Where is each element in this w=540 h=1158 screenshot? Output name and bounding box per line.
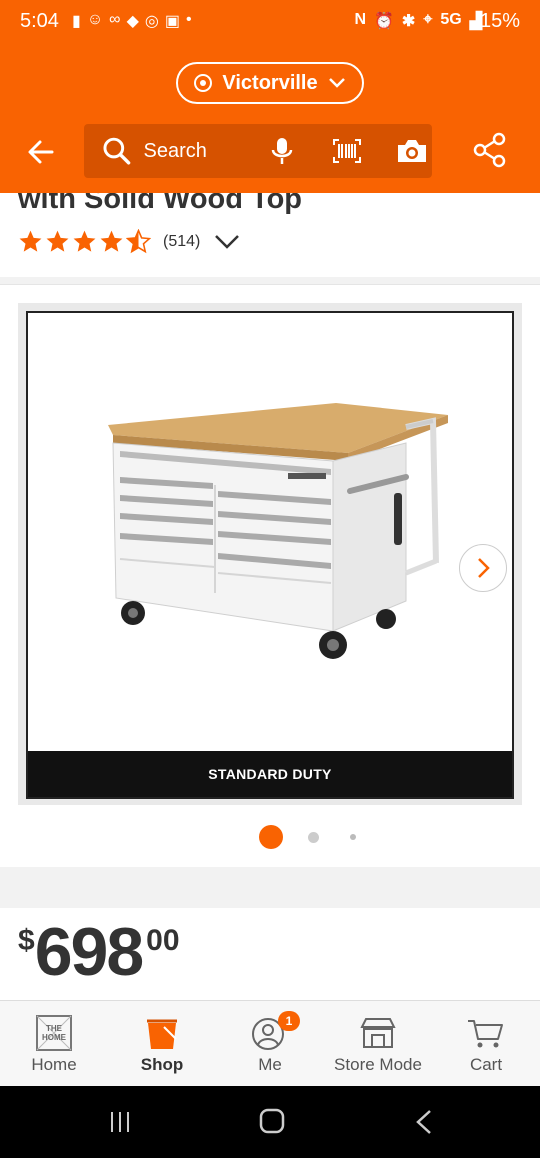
carousel-dot[interactable] <box>350 834 356 840</box>
notification-badge: 1 <box>278 1011 300 1031</box>
carousel-indicator <box>0 825 540 849</box>
next-image-button[interactable] <box>459 544 507 592</box>
home-button-icon[interactable] <box>252 1108 292 1136</box>
nav-shop[interactable]: Shop <box>108 1001 216 1087</box>
home-depot-logo-icon: THE HOME <box>36 1015 72 1051</box>
product-image-gallery: STANDARD DUTY <box>0 284 540 867</box>
carousel-dot-active[interactable] <box>259 825 283 849</box>
search-input[interactable]: Search <box>144 140 252 163</box>
barcode-scanner-icon[interactable] <box>327 136 366 166</box>
status-time: 5:04 <box>20 10 59 32</box>
nav-store-mode[interactable]: Store Mode <box>324 1001 432 1087</box>
star-full-icon <box>100 230 123 252</box>
nav-me-label: Me <box>258 1055 282 1074</box>
nav-cart-label: Cart <box>469 1055 503 1074</box>
instagram-icon: ◎ <box>144 13 159 30</box>
notification-icons: ▮ ☺ ∞ ◆ ◎ ▣ • <box>72 11 192 31</box>
location-target-icon <box>194 74 213 92</box>
battery-level: 15% <box>479 10 520 32</box>
search-bar[interactable]: Search <box>84 124 432 178</box>
recent-apps-icon[interactable] <box>100 1108 140 1136</box>
rating-summary[interactable]: (514) <box>18 229 240 254</box>
alert-icon: ▮ <box>72 13 81 30</box>
bucket-icon <box>147 1019 177 1049</box>
app-header: Victorville Search <box>0 40 540 193</box>
emoji-icon: ☺ <box>86 11 104 28</box>
svg-text:HOME: HOME <box>42 1033 67 1042</box>
product-title: with Solid Wood Top <box>18 193 303 215</box>
product-summary: with Solid Wood Top (514) <box>0 193 540 277</box>
star-full-icon <box>73 230 96 252</box>
star-rating <box>18 229 151 254</box>
app-icon: ◆ <box>126 13 139 30</box>
nav-shop-label: Shop <box>140 1055 184 1074</box>
store-selector[interactable]: Victorville <box>176 62 364 104</box>
store-icon <box>360 1018 396 1048</box>
nav-me[interactable]: 1 Me <box>216 1001 324 1087</box>
chevron-down-icon[interactable] <box>214 234 240 250</box>
price-section: $ 698 00 <box>0 908 540 1000</box>
price-dollars: 698 <box>34 914 144 990</box>
camera-icon[interactable] <box>393 136 432 166</box>
product-image-frame[interactable]: STANDARD DUTY <box>18 303 522 805</box>
store-name: Victorville <box>222 71 318 94</box>
nav-home-label: Home <box>31 1055 77 1074</box>
price-currency: $ <box>18 924 35 957</box>
microphone-icon[interactable] <box>262 136 301 166</box>
system-icons: N ⏰ ✱ ⌖ 5G ▟ <box>354 11 482 31</box>
cart-icon <box>468 1020 503 1048</box>
voicemail-icon: ∞ <box>109 11 121 28</box>
carousel-dot[interactable] <box>308 832 319 843</box>
location-icon: ⌖ <box>423 11 433 28</box>
nav-store-mode-label: Store Mode <box>334 1055 422 1074</box>
dot-icon: • <box>185 11 192 28</box>
nfc-icon: N <box>354 11 366 28</box>
workbench-image <box>108 403 448 659</box>
price-cents: 00 <box>146 924 180 957</box>
gallery-icon: ▣ <box>164 13 180 30</box>
system-navigation-bar <box>0 1086 540 1158</box>
chevron-right-icon <box>478 558 490 578</box>
chevron-down-icon <box>328 78 345 88</box>
network-type: 5G <box>440 11 462 28</box>
nav-cart[interactable]: Cart <box>432 1001 540 1087</box>
product-price: $ 698 00 <box>18 918 180 986</box>
back-arrow-icon[interactable] <box>22 134 62 170</box>
status-bar: 5:04 ▮ ☺ ∞ ◆ ◎ ▣ • N ⏰ ✱ ⌖ 5G ▟ 15% <box>0 0 540 40</box>
back-button-icon[interactable] <box>404 1108 444 1136</box>
svg-text:THE: THE <box>46 1024 63 1033</box>
review-count: (514) <box>163 232 201 250</box>
star-half-icon <box>126 229 151 254</box>
me-icon-wrap: 1 <box>250 1011 300 1051</box>
bluetooth-icon: ✱ <box>401 13 416 30</box>
bottom-navigation: THE HOME Home Shop 1 Me Store Mode Cart <box>0 1000 540 1086</box>
share-icon[interactable] <box>472 132 508 168</box>
star-full-icon <box>46 230 69 252</box>
duty-banner: STANDARD DUTY <box>28 751 512 797</box>
star-full-icon <box>19 230 42 252</box>
nav-home[interactable]: THE HOME Home <box>0 1001 108 1087</box>
product-image[interactable]: STANDARD DUTY <box>26 311 514 799</box>
alarm-icon: ⏰ <box>374 13 394 30</box>
search-icon <box>103 137 131 165</box>
